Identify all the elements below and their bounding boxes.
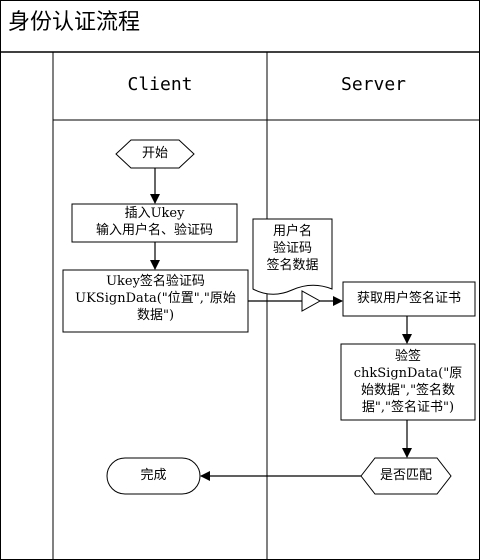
- verify-line-3: 始数据","签名数: [360, 383, 456, 398]
- done-label: 完成: [140, 468, 167, 483]
- doc-line-1: 用户名: [272, 224, 312, 239]
- insert-ukey-label: 插入Ukey 输入用户名、验证码: [72, 205, 237, 239]
- doc-line-2: 验证码: [272, 241, 312, 256]
- verify-line-1: 验签: [394, 349, 421, 364]
- page-title: 身份认证流程: [8, 10, 141, 35]
- lane-header-server: Server: [340, 74, 407, 95]
- lane-header-client: Client: [127, 74, 193, 95]
- doc-line-3: 签名数据: [266, 258, 319, 273]
- verify-line-2: chkSignData("原: [353, 366, 463, 381]
- sign-line-2: UKSignData("位置","原始: [75, 291, 236, 306]
- sign-line-1: Ukey签名验证码: [106, 274, 205, 289]
- get-cert-label: 获取用户签名证书: [356, 291, 461, 306]
- insert-line-2: 输入用户名、验证码: [95, 223, 213, 238]
- insert-line-1: 插入Ukey: [124, 206, 185, 221]
- sign-label: Ukey签名验证码 UKSignData("位置","原始 数据"): [63, 273, 248, 324]
- off-page-connector: [301, 290, 322, 312]
- start-label: 开始: [141, 146, 168, 161]
- verify-label: 验签 chkSignData("原 始数据","签名数 据","签名证书"): [341, 348, 475, 416]
- data-document-label: 用户名 验证码 签名数据: [253, 223, 332, 274]
- sign-line-3: 数据"): [136, 308, 175, 323]
- match-label: 是否匹配: [379, 468, 432, 483]
- verify-line-4: 据","签名证书"): [361, 400, 455, 415]
